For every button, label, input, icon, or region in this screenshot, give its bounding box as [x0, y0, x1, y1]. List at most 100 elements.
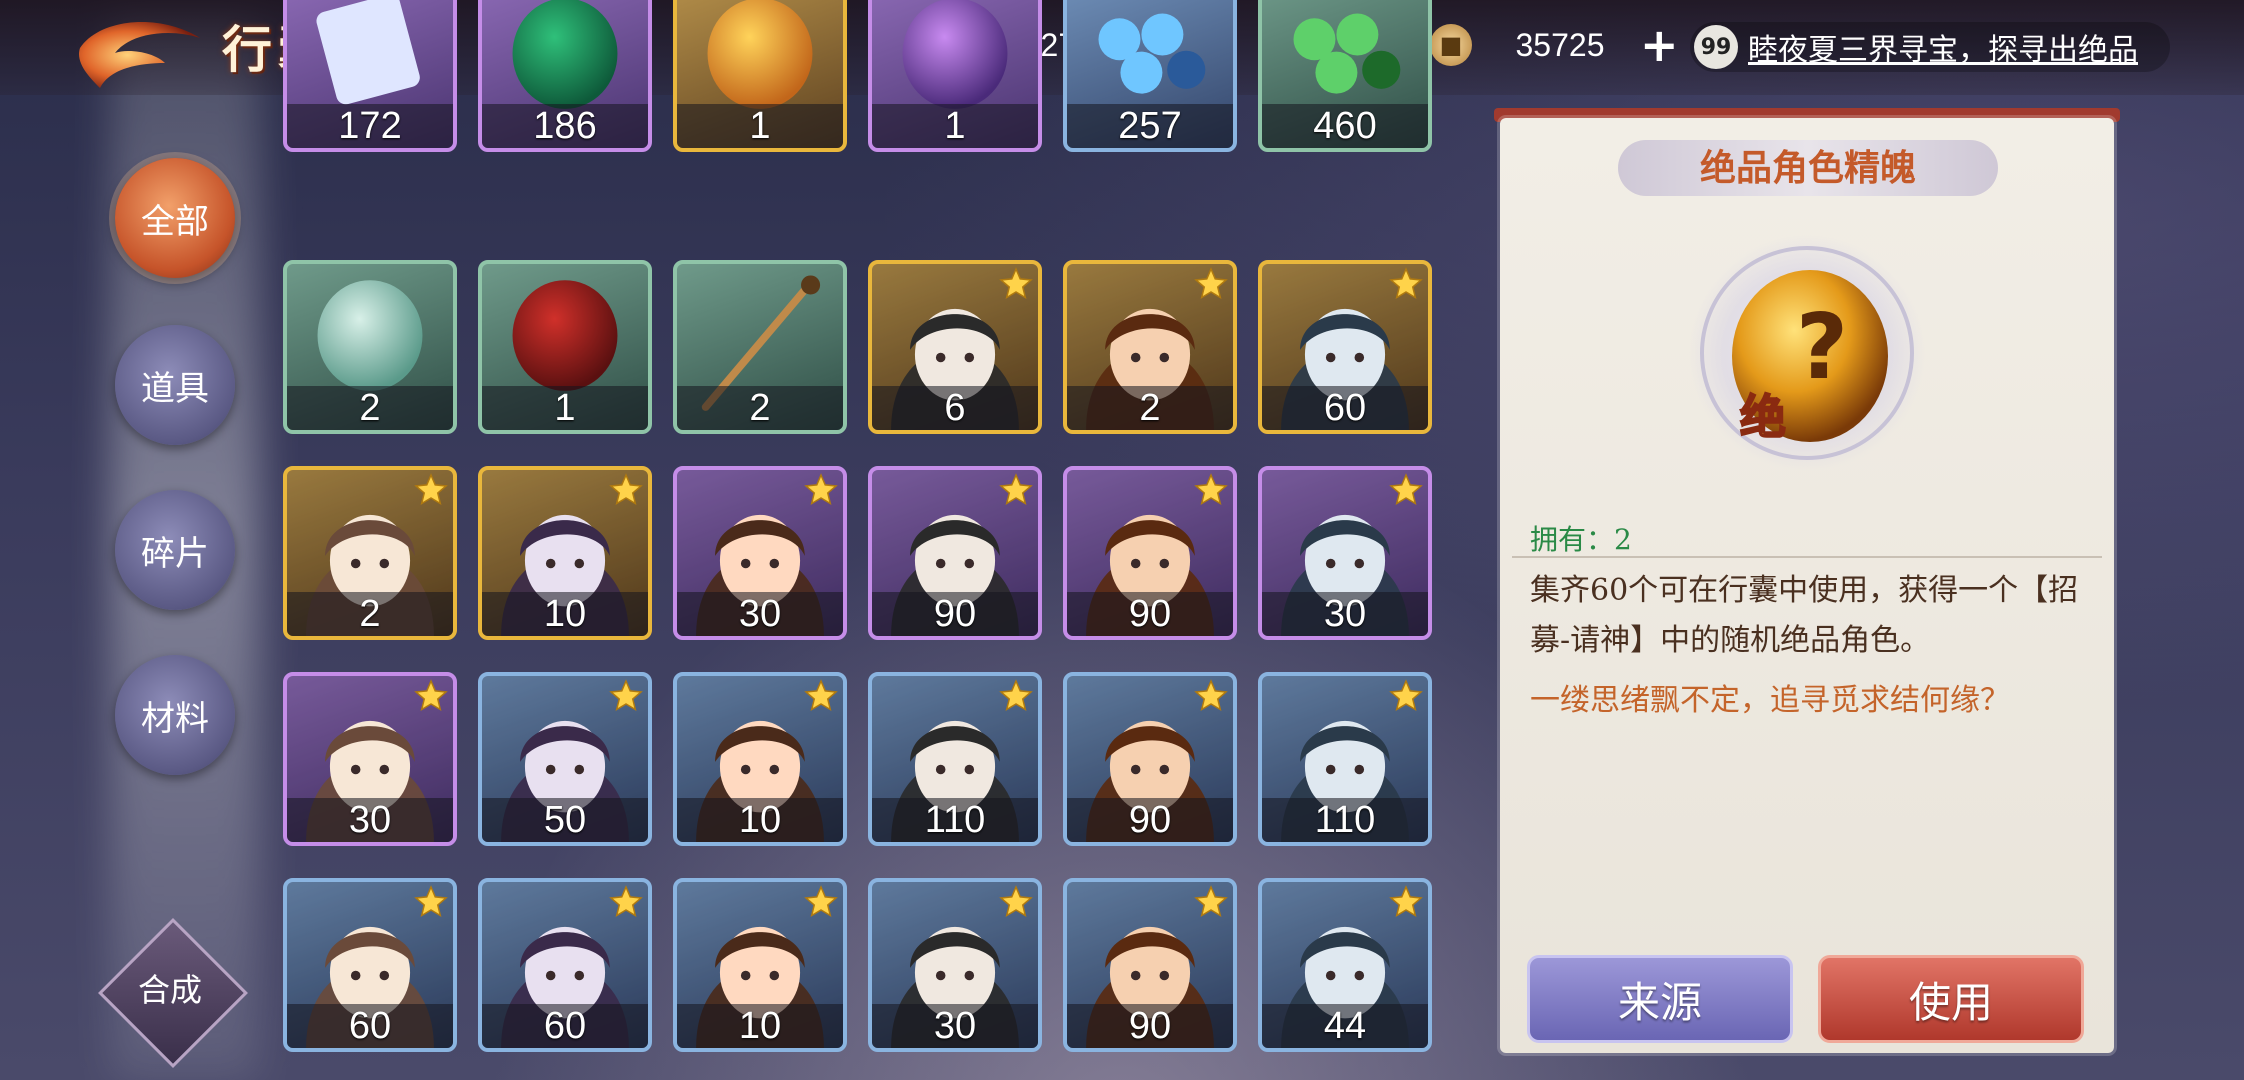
- star-badge-icon: [1389, 267, 1423, 300]
- hairpin-item[interactable]: 2: [673, 260, 847, 434]
- tab-props[interactable]: 道具: [115, 325, 235, 445]
- character-fragment[interactable]: 30: [1258, 466, 1432, 640]
- character-fragment[interactable]: 90: [1063, 466, 1237, 640]
- use-button[interactable]: 使用: [1818, 955, 2084, 1043]
- flame-logo-icon: [79, 21, 200, 88]
- star-badge-icon: [1389, 885, 1423, 918]
- star-badge-icon: [414, 473, 448, 506]
- item-count: 10: [677, 798, 843, 842]
- item-count: 60: [287, 1004, 453, 1048]
- star-badge-icon: [804, 679, 838, 712]
- character-fragment[interactable]: 90: [1063, 878, 1237, 1052]
- tab-label: 碎片: [141, 533, 209, 574]
- character-fragment[interactable]: 60: [1258, 260, 1432, 434]
- wine-jar-item[interactable]: 1: [478, 260, 652, 434]
- inventory-grid: 172 186 1 1 257 460 2 1 2 6 2 60 2 10 30 90 90 30 30 50 10 11…: [283, 0, 1438, 1080]
- compose-label: 合成: [137, 971, 202, 1009]
- star-badge-icon: [1389, 679, 1423, 712]
- green-pearls-item[interactable]: 460: [1258, 0, 1432, 152]
- tab-label: 材料: [141, 698, 209, 739]
- star-badge-icon: [609, 885, 643, 918]
- item-count: 2: [287, 592, 453, 636]
- add-coin-button[interactable]: +: [1640, 22, 1679, 68]
- item-count: 30: [677, 592, 843, 636]
- item-count: 460: [1262, 104, 1428, 148]
- use-label: 使用: [1908, 977, 1993, 1027]
- character-fragment[interactable]: 10: [673, 878, 847, 1052]
- star-badge-icon: [1389, 473, 1423, 506]
- character-fragment[interactable]: 90: [868, 466, 1042, 640]
- item-count: 1: [677, 104, 843, 148]
- character-fragment[interactable]: 2: [283, 466, 457, 640]
- item-flavor-text: 一缕思绪飘不定，追寻觅求结何缘？: [1530, 683, 2010, 718]
- item-count: 6: [872, 386, 1038, 430]
- item-count: 2: [287, 386, 453, 430]
- star-badge-icon: [804, 473, 838, 506]
- character-fragment[interactable]: 30: [673, 466, 847, 640]
- star-badge-icon: [999, 267, 1033, 300]
- item-count: 60: [482, 1004, 648, 1048]
- divider: [1512, 556, 2102, 558]
- item-count: 90: [1067, 798, 1233, 842]
- item-count: 30: [872, 1004, 1038, 1048]
- fire-orb-item[interactable]: 1: [673, 0, 847, 152]
- news-badge: 99: [1694, 25, 1738, 69]
- item-count: 90: [1067, 592, 1233, 636]
- tab-fragments[interactable]: 碎片: [115, 490, 235, 610]
- item-count: 257: [1067, 104, 1233, 148]
- tab-materials[interactable]: 材料: [115, 655, 235, 775]
- character-fragment[interactable]: 30: [868, 878, 1042, 1052]
- item-count: 2: [1067, 386, 1233, 430]
- character-fragment[interactable]: 44: [1258, 878, 1432, 1052]
- star-badge-icon: [414, 885, 448, 918]
- star-badge-icon: [999, 679, 1033, 712]
- item-name: 绝品角色精魄: [1618, 140, 1998, 196]
- character-fragment[interactable]: 2: [1063, 260, 1237, 434]
- character-fragment[interactable]: 60: [478, 878, 652, 1052]
- item-description: 集齐60个可在行囊中使用，获得一个【招募-请神】中的随机绝品角色。: [1530, 573, 2079, 658]
- source-button[interactable]: 来源: [1527, 955, 1793, 1043]
- news-ticker[interactable]: 99 睦夜夏三界寻宝，探寻出绝品: [1690, 22, 2170, 72]
- tab-all[interactable]: 全部: [115, 158, 235, 278]
- star-badge-icon: [1194, 473, 1228, 506]
- resource-coin: ■ 35725 +: [1430, 20, 1679, 70]
- golden-orb-icon: ? 绝: [1689, 235, 1925, 471]
- character-fragment[interactable]: 110: [1258, 672, 1432, 846]
- star-badge-icon: [999, 473, 1033, 506]
- green-gourd-item[interactable]: 186: [478, 0, 652, 152]
- character-fragment[interactable]: 30: [283, 672, 457, 846]
- character-fragment[interactable]: 10: [478, 466, 652, 640]
- tab-label: 道具: [141, 368, 209, 409]
- blue-beads-item[interactable]: 257: [1063, 0, 1237, 152]
- item-count: 44: [1262, 1004, 1428, 1048]
- svg-text:绝: 绝: [1740, 390, 1786, 444]
- star-badge-icon: [1194, 679, 1228, 712]
- tea-cup-item[interactable]: 2: [283, 260, 457, 434]
- star-badge-icon: [999, 885, 1033, 918]
- item-detail-panel: 绝品角色精魄 ? 绝 拥有：2 集齐60个可在行囊中使用，获得一个【招募-请神】…: [1500, 118, 2114, 1053]
- tab-label: 全部: [141, 201, 209, 242]
- item-count: 30: [1262, 592, 1428, 636]
- resource-value: 35725: [1515, 26, 1605, 63]
- item-count: 1: [482, 386, 648, 430]
- character-fragment[interactable]: 110: [868, 672, 1042, 846]
- character-fragment[interactable]: 60: [283, 878, 457, 1052]
- source-label: 来源: [1617, 977, 1702, 1027]
- character-fragment[interactable]: 90: [1063, 672, 1237, 846]
- item-count: 10: [677, 1004, 843, 1048]
- item-count: 172: [287, 104, 453, 148]
- character-fragment[interactable]: 50: [478, 672, 652, 846]
- character-fragment[interactable]: 6: [868, 260, 1042, 434]
- owned-count: 拥有：2: [1530, 523, 1632, 556]
- news-text: 睦夜夏三界寻宝，探寻出绝品: [1748, 33, 2138, 68]
- star-badge-icon: [609, 679, 643, 712]
- item-count: 10: [482, 592, 648, 636]
- star-badge-icon: [414, 679, 448, 712]
- star-badge-icon: [1194, 885, 1228, 918]
- item-count: 1: [872, 104, 1038, 148]
- item-count: 50: [482, 798, 648, 842]
- purple-orb-item[interactable]: 1: [868, 0, 1042, 152]
- scroll-item[interactable]: 172: [283, 0, 457, 152]
- star-badge-icon: [804, 885, 838, 918]
- character-fragment[interactable]: 10: [673, 672, 847, 846]
